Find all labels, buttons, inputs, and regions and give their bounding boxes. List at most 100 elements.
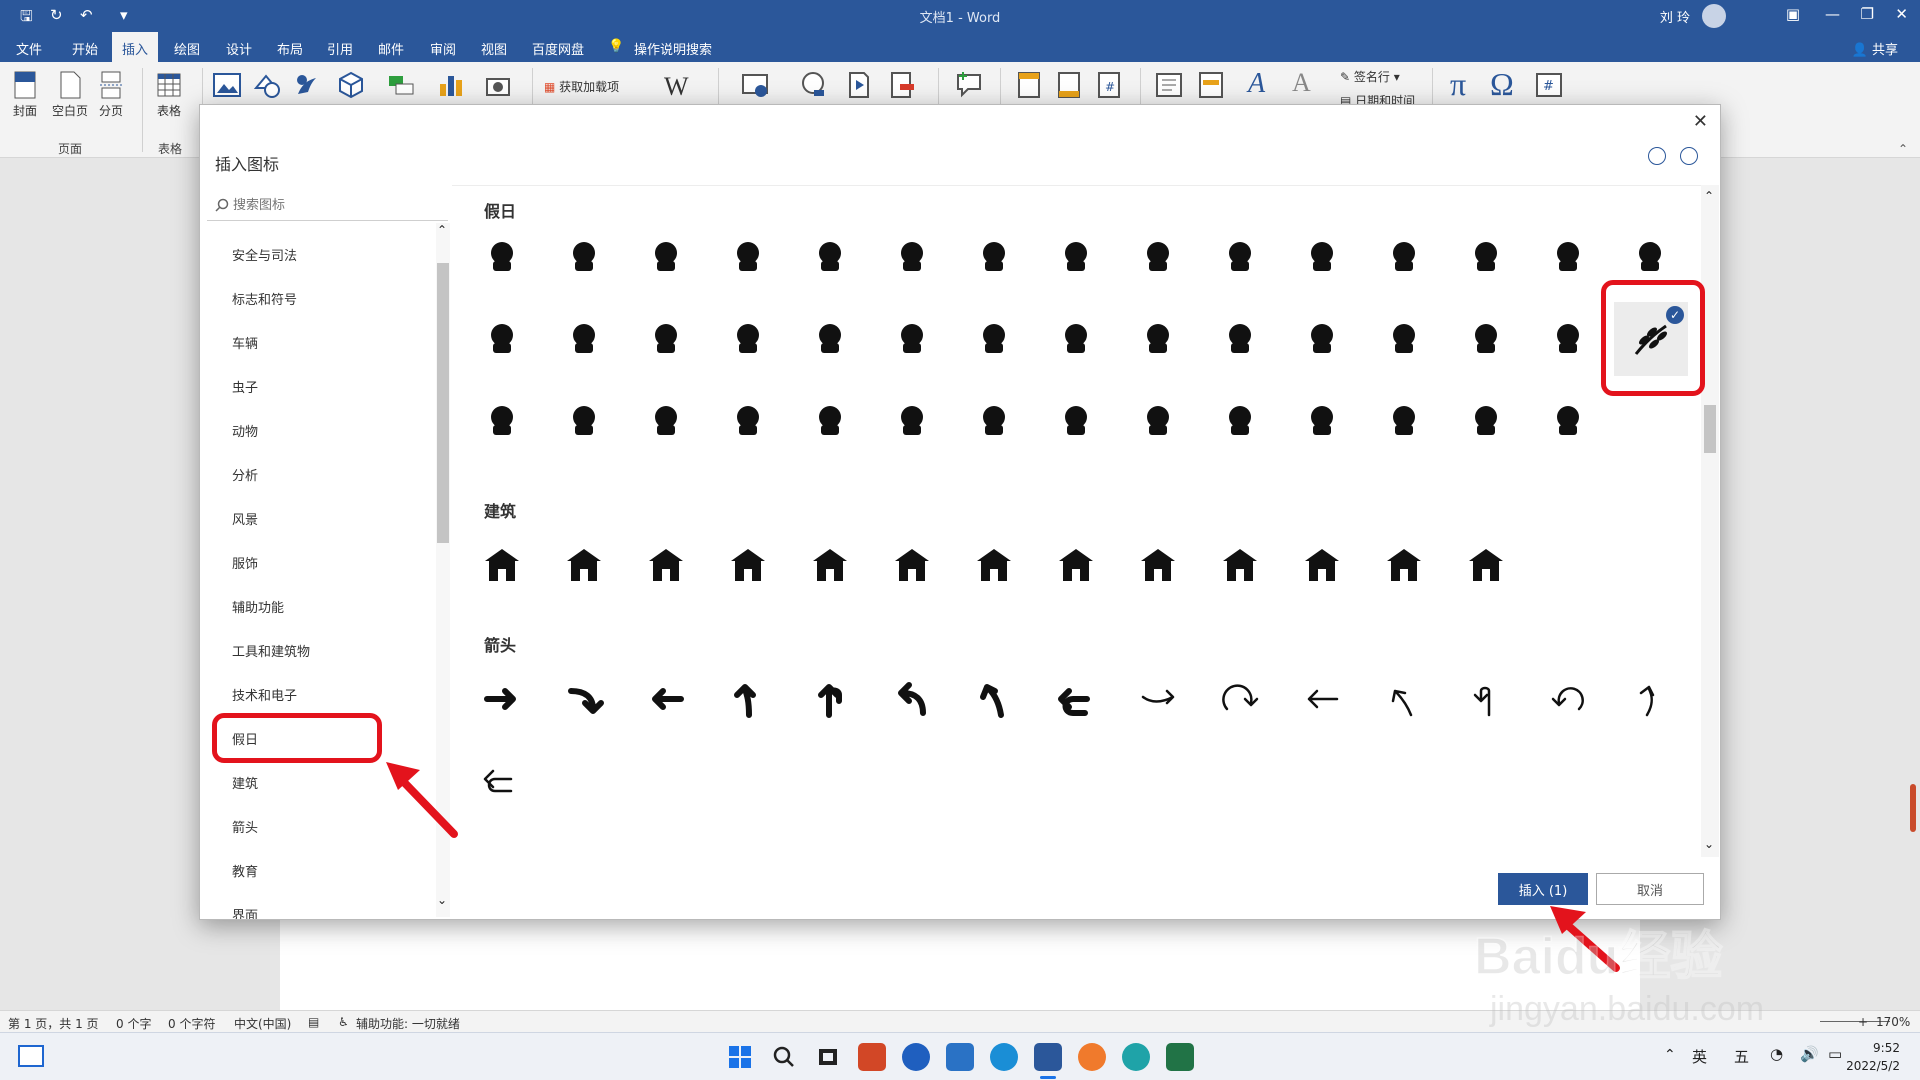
system-clock[interactable]: 9:52 2022/5/2 [1846, 1039, 1900, 1075]
word-icon[interactable] [1034, 1043, 1062, 1071]
tab-draw[interactable]: 绘图 [174, 39, 200, 58]
lock-heart-icon[interactable] [1292, 226, 1352, 286]
christmas-tree-icon[interactable] [1374, 390, 1434, 450]
category-landscape[interactable]: 风景 [232, 509, 258, 528]
smartart-icon[interactable] [386, 70, 416, 100]
tab-file[interactable]: 文件 [16, 39, 42, 58]
leprechaun-hat-icon[interactable] [1620, 226, 1680, 286]
witch-hat-broom-icon[interactable] [1210, 308, 1270, 368]
zoom-plus-icon[interactable]: + [1858, 1015, 1868, 1029]
category-tools-buildings[interactable]: 工具和建筑物 [232, 641, 310, 660]
bells-icon[interactable] [1128, 390, 1188, 450]
arrow-curve-down-icon[interactable] [554, 670, 614, 730]
turkey-icon[interactable] [718, 390, 778, 450]
avatar[interactable] [1702, 4, 1726, 28]
task-view-icon[interactable] [814, 1043, 842, 1071]
scroll-up-icon[interactable]: ⌃ [437, 223, 447, 237]
scroll-down-icon[interactable]: ⌄ [1704, 837, 1714, 851]
candelabra-icon[interactable] [964, 390, 1024, 450]
edge-icon[interactable] [1122, 1043, 1150, 1071]
cornucopia-icon[interactable] [800, 390, 860, 450]
smile-feedback-icon[interactable] [1648, 147, 1666, 165]
page-number-icon[interactable]: # [1094, 70, 1124, 100]
3d-models-icon[interactable] [336, 70, 366, 100]
arrow-u-turn-icon[interactable] [800, 670, 860, 730]
champagne-glasses-icon[interactable] [472, 226, 532, 286]
candy-cane-icon[interactable] [1456, 390, 1516, 450]
macro-icon[interactable]: ▤ [308, 1015, 319, 1029]
tab-insert[interactable]: 插入 [112, 32, 159, 62]
input-language[interactable]: 英 [1692, 1046, 1707, 1067]
number-icon[interactable]: # [1534, 70, 1564, 100]
restore-icon[interactable]: ❐ [1861, 5, 1874, 23]
word-count[interactable]: 0 个字 [116, 1015, 151, 1032]
line-arrow-right-icon[interactable] [1128, 670, 1188, 730]
office-building-icon[interactable] [554, 536, 614, 596]
windmill-icon[interactable] [1456, 536, 1516, 596]
carp-streamer-icon[interactable] [882, 308, 942, 368]
tab-layout[interactable]: 布局 [277, 39, 303, 58]
lenovo-icon[interactable] [902, 1043, 930, 1071]
drop-cap-icon[interactable]: A [1292, 68, 1311, 98]
wind-chime-icon[interactable] [800, 226, 860, 286]
powerpoint-icon[interactable] [858, 1043, 886, 1071]
arrow-curve-left-icon[interactable] [882, 670, 942, 730]
start-icon[interactable] [726, 1043, 754, 1071]
chinese-lantern-icon[interactable] [964, 226, 1024, 286]
icon-grid-scroll-thumb[interactable] [1704, 405, 1716, 453]
close-icon[interactable]: ✕ [1693, 111, 1708, 132]
category-accessibility[interactable]: 辅助功能 [232, 597, 284, 616]
close-window-icon[interactable]: ✕ [1895, 5, 1908, 23]
phone-booth-icon[interactable] [1374, 536, 1434, 596]
scroll-up-icon[interactable]: ⌃ [1704, 189, 1714, 203]
line-arrow-ccw-icon[interactable] [1538, 670, 1598, 730]
zoom-level[interactable]: 170% [1876, 1015, 1910, 1029]
bookmark-icon[interactable] [844, 70, 874, 100]
minimize-icon[interactable]: — [1825, 5, 1840, 23]
blank-page-button[interactable]: 空白页 [52, 70, 88, 119]
tab-mailings[interactable]: 邮件 [378, 39, 404, 58]
bow-icon[interactable] [1046, 390, 1106, 450]
scroll-down-icon[interactable]: ⌄ [437, 893, 447, 907]
char-count[interactable]: 0 个字符 [168, 1015, 215, 1032]
tray-overflow-icon[interactable]: ⌃ [1664, 1047, 1676, 1063]
house-2-icon[interactable] [800, 536, 860, 596]
acorn-icon[interactable] [472, 390, 532, 450]
comment-icon[interactable] [954, 70, 984, 100]
fortune-cookie-icon[interactable] [1046, 226, 1106, 286]
shop-icon[interactable] [1128, 536, 1188, 596]
icons-icon[interactable] [292, 70, 322, 100]
ime-mode[interactable]: 五 [1734, 1046, 1749, 1067]
arrow-right-icon[interactable] [472, 670, 532, 730]
screenshot-icon[interactable] [484, 70, 514, 100]
school-icon[interactable] [1210, 536, 1270, 596]
category-vehicles[interactable]: 车辆 [232, 333, 258, 352]
line-arrow-u-turn-icon[interactable] [1456, 670, 1516, 730]
page-count[interactable]: 第 1 页，共 1 页 [8, 1015, 99, 1032]
factory-icon[interactable] [636, 536, 696, 596]
line-arrow-return-icon[interactable] [472, 752, 532, 812]
cover-page-button[interactable]: 封面 [12, 70, 38, 119]
battery-icon[interactable]: ▭ [1828, 1045, 1842, 1063]
easter-bunny-icon[interactable] [636, 308, 696, 368]
category-animals[interactable]: 动物 [232, 421, 258, 440]
store-icon[interactable] [1046, 536, 1106, 596]
pumpkin-icon[interactable] [636, 390, 696, 450]
get-addins-button[interactable]: ▦ 获取加载项 [544, 78, 619, 95]
equation-icon[interactable]: π [1450, 66, 1466, 103]
barn-icon[interactable] [1292, 536, 1352, 596]
photos-icon[interactable] [1078, 1043, 1106, 1071]
skull-icon[interactable] [1456, 308, 1516, 368]
chart-icon[interactable] [436, 70, 466, 100]
signature-line-button[interactable]: ✎ 签名行 ▾ [1340, 68, 1400, 85]
chick-icon[interactable] [718, 308, 778, 368]
header-icon[interactable] [1014, 70, 1044, 100]
firework-rocket-icon[interactable] [1046, 308, 1106, 368]
house-icon[interactable] [718, 536, 778, 596]
category-bugs[interactable]: 虫子 [232, 377, 258, 396]
ie-icon[interactable] [990, 1043, 1018, 1071]
wreath-icon[interactable] [1292, 390, 1352, 450]
volume-icon[interactable]: 🔊 [1800, 1045, 1819, 1063]
masquerade-mask-icon[interactable] [554, 226, 614, 286]
category-scroll-thumb[interactable] [437, 263, 449, 543]
